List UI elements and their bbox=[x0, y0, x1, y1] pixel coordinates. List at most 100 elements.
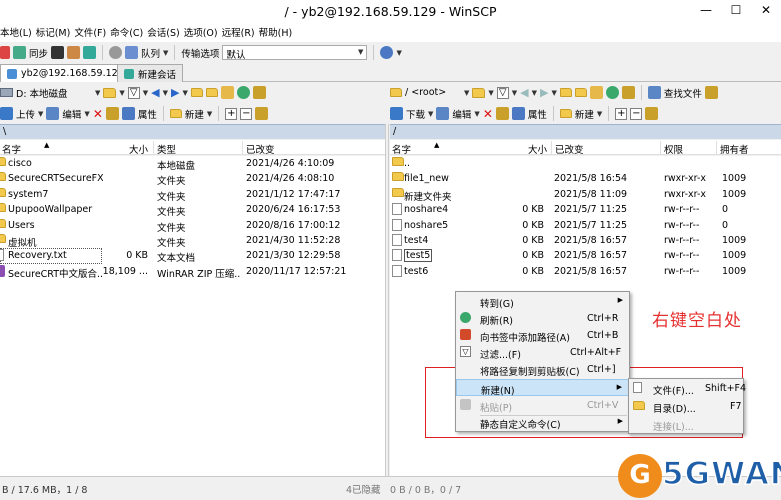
parent-directory-icon[interactable] bbox=[559, 88, 572, 97]
find-files-icon[interactable] bbox=[647, 86, 661, 99]
col-size[interactable]: 大小 bbox=[129, 142, 148, 156]
maximize-button[interactable]: ☐ bbox=[721, 0, 751, 22]
select-all-icon[interactable]: + bbox=[615, 107, 628, 120]
unselect-icon[interactable]: − bbox=[630, 107, 643, 120]
table-row[interactable]: cisco 本地磁盘 2021/4/26 4:10:09 bbox=[0, 156, 385, 172]
table-row[interactable]: test4 0 KB 2021/5/8 16:57 rw-r--r-- 1009 bbox=[390, 233, 781, 248]
table-row[interactable]: noshare5 0 KB 2021/5/7 11:25 rw-r--r-- 0 bbox=[390, 218, 781, 233]
tree-icon[interactable] bbox=[621, 86, 635, 99]
forward-icon[interactable]: ▶ bbox=[171, 86, 179, 99]
table-row[interactable]: file1_new 2021/5/8 16:54 rwxr-xr-x 1009 bbox=[390, 171, 781, 186]
column-divider[interactable] bbox=[551, 141, 552, 154]
remote-path-select[interactable]: / <root> bbox=[405, 87, 461, 98]
properties-icon[interactable] bbox=[121, 107, 135, 120]
submenu-item-file[interactable]: 文件(F)... Shift+F4 bbox=[629, 380, 746, 397]
local-path-bar[interactable]: \ bbox=[0, 124, 385, 139]
close-button[interactable]: ✕ bbox=[751, 0, 781, 22]
minimize-button[interactable]: — bbox=[691, 0, 721, 22]
table-row[interactable]: Users 文件夹 2020/8/16 17:00:12 bbox=[0, 218, 385, 234]
menu-item-new[interactable]: 新建(N) ▶ bbox=[456, 379, 629, 397]
open-folder-icon[interactable] bbox=[103, 87, 117, 98]
edit-icon[interactable] bbox=[436, 107, 450, 120]
bookmark-icon[interactable] bbox=[704, 86, 718, 99]
table-row[interactable]: SecureCRTSecureFX... 文件夹 2021/4/26 4:08:10 bbox=[0, 171, 385, 187]
chevron-down-icon[interactable]: ▼ bbox=[119, 89, 124, 97]
edit-button[interactable]: 编辑 bbox=[452, 107, 471, 121]
puttygen-icon[interactable] bbox=[67, 46, 81, 59]
chevron-down-icon[interactable]: ▼ bbox=[163, 89, 168, 97]
delete-icon[interactable]: ✕ bbox=[93, 107, 103, 121]
col-permissions[interactable]: 权限 bbox=[664, 142, 683, 156]
table-row[interactable]: UpupooWallpaper 文件夹 2020/6/24 16:17:53 bbox=[0, 202, 385, 218]
col-name[interactable]: 名字 bbox=[2, 142, 21, 156]
properties-button[interactable]: 属性 bbox=[138, 107, 157, 121]
filter-icon[interactable]: ▽ bbox=[496, 86, 509, 99]
queue-icon[interactable] bbox=[125, 46, 139, 59]
menu-item-paste[interactable]: 粘贴(P) Ctrl+V bbox=[456, 397, 629, 414]
open-folder-icon[interactable] bbox=[472, 87, 486, 98]
table-row[interactable]: 新建文件夹 2021/5/8 11:09 rwxr-xr-x 1009 bbox=[390, 187, 781, 203]
menu-session[interactable]: 会话(S) bbox=[147, 25, 183, 39]
home-icon[interactable] bbox=[220, 86, 234, 99]
chevron-down-icon[interactable]: ▼ bbox=[183, 89, 188, 97]
rename-icon[interactable] bbox=[105, 107, 119, 120]
chevron-down-icon[interactable]: ▼ bbox=[95, 89, 100, 97]
chevron-down-icon[interactable]: ▼ bbox=[464, 89, 469, 97]
col-name[interactable]: 名字 bbox=[392, 142, 411, 156]
menu-item-add-bookmark[interactable]: 向书签中添加路径(A) Ctrl+B bbox=[456, 327, 629, 344]
chevron-down-icon[interactable]: ▼ bbox=[163, 49, 168, 57]
transfer-options-select[interactable]: 默认 ▼ bbox=[222, 45, 368, 61]
download-button[interactable]: 下载 bbox=[406, 107, 425, 121]
chevron-down-icon[interactable]: ▼ bbox=[597, 110, 602, 118]
local-file-list[interactable]: cisco 本地磁盘 2021/4/26 4:10:09 SecureCRTSecur… bbox=[0, 156, 385, 476]
chevron-down-icon[interactable]: ▼ bbox=[488, 89, 493, 97]
menu-remote[interactable]: 远程(R) bbox=[222, 25, 259, 39]
column-divider[interactable] bbox=[716, 141, 717, 154]
unselect-icon[interactable]: − bbox=[240, 107, 253, 120]
menu-file[interactable]: 文件(F) bbox=[74, 25, 110, 39]
menu-item-filter[interactable]: ▽ 过滤...(F) Ctrl+Alt+F bbox=[456, 344, 629, 361]
parent-directory-icon[interactable] bbox=[190, 88, 203, 97]
col-type[interactable]: 类型 bbox=[157, 142, 176, 156]
properties-icon[interactable] bbox=[511, 107, 525, 120]
menu-item-goto[interactable]: 转到(G) ▶ bbox=[456, 293, 629, 310]
menu-help[interactable]: 帮助(H) bbox=[259, 25, 297, 39]
menu-item-refresh[interactable]: 刷新(R) Ctrl+R bbox=[456, 310, 629, 327]
back-icon[interactable]: ◀ bbox=[151, 86, 159, 99]
col-changed[interactable]: 已改变 bbox=[246, 142, 275, 156]
table-row[interactable]: SecureCRT中文版合... 18,109 ... WinRAR ZIP 压缩.… bbox=[0, 264, 385, 280]
tab-new-session[interactable]: 新建会话 bbox=[117, 64, 184, 82]
root-directory-icon[interactable] bbox=[574, 88, 587, 97]
edit-icon[interactable] bbox=[46, 107, 60, 120]
sync-icon[interactable] bbox=[13, 46, 26, 59]
local-drive-select[interactable]: D: 本地磁盘 bbox=[16, 86, 92, 100]
menu-mark[interactable]: 标记(M) bbox=[36, 25, 75, 39]
find-files-button[interactable]: 查找文件 bbox=[664, 86, 702, 100]
download-icon[interactable] bbox=[390, 107, 403, 120]
menu-item-custom-commands[interactable]: 静态自定义命令(C) ▶ bbox=[456, 414, 629, 431]
menu-commands[interactable]: 命令(C) bbox=[110, 25, 147, 39]
column-divider[interactable] bbox=[242, 141, 243, 154]
find-icon[interactable] bbox=[255, 107, 269, 120]
home-icon[interactable] bbox=[589, 86, 603, 99]
globe-icon[interactable] bbox=[380, 46, 394, 59]
col-size[interactable]: 大小 bbox=[528, 142, 547, 156]
table-row[interactable]: test5 0 KB 2021/5/8 16:57 rw-r--r-- 1009 bbox=[390, 248, 781, 263]
queue-button[interactable]: 队列 bbox=[141, 46, 160, 60]
edit-button[interactable]: 编辑 bbox=[62, 107, 81, 121]
table-row[interactable]: .. bbox=[390, 156, 781, 171]
col-owner[interactable]: 拥有者 bbox=[720, 142, 749, 156]
table-row[interactable]: system7 文件夹 2021/1/12 17:47:17 bbox=[0, 187, 385, 203]
chevron-down-icon[interactable]: ▼ bbox=[38, 110, 43, 118]
remote-path-bar[interactable]: / bbox=[390, 124, 781, 139]
root-directory-icon[interactable] bbox=[205, 88, 218, 97]
filter-icon[interactable]: ▽ bbox=[127, 86, 140, 99]
back-icon[interactable]: ◀ bbox=[520, 86, 528, 99]
forward-icon[interactable]: ▶ bbox=[540, 86, 548, 99]
col-changed[interactable]: 已改变 bbox=[555, 142, 584, 156]
tree-icon[interactable] bbox=[252, 86, 266, 99]
chevron-down-icon[interactable]: ▼ bbox=[84, 110, 89, 118]
column-divider[interactable] bbox=[660, 141, 661, 154]
select-all-icon[interactable]: + bbox=[225, 107, 238, 120]
new-button[interactable]: 新建 bbox=[575, 107, 594, 121]
